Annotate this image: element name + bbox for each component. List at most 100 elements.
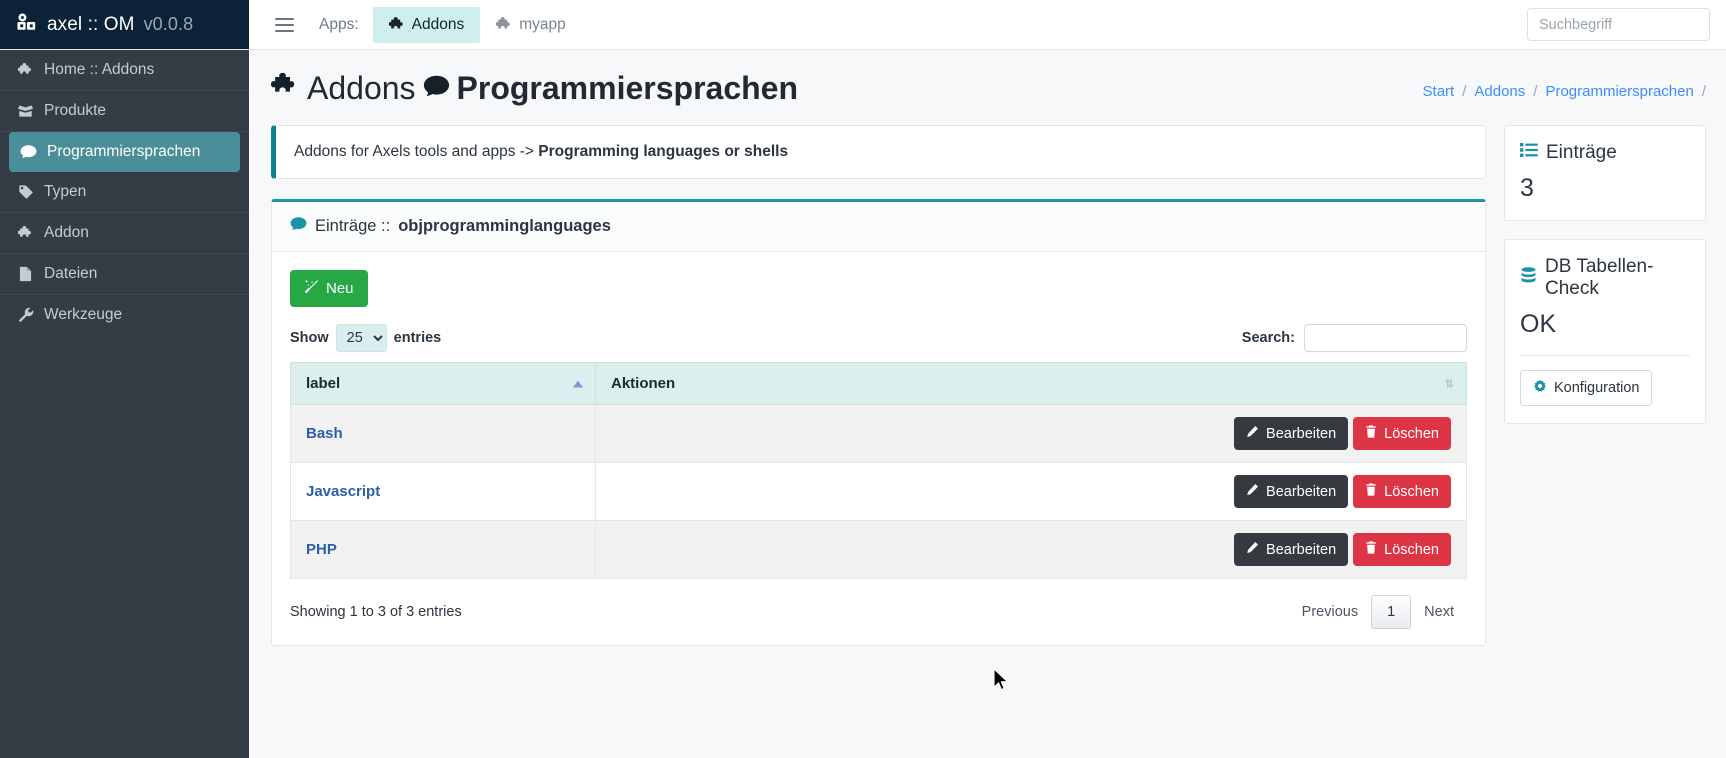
sidebar-item-programmiersprachen[interactable]: Programmiersprachen bbox=[9, 132, 240, 172]
top-navigation: Apps: Addons myapp bbox=[249, 0, 1726, 49]
datatable-footer: Showing 1 to 3 of 3 entries Previous 1 N… bbox=[290, 595, 1467, 629]
magic-wand-icon bbox=[304, 279, 319, 298]
global-search bbox=[1527, 8, 1710, 41]
comment-icon bbox=[290, 216, 307, 237]
entries-count-title: Einträge bbox=[1520, 142, 1690, 164]
new-entry-button-label: Neu bbox=[326, 280, 354, 297]
entries-card-body: Neu Show 25 entries Search: label Aktion… bbox=[272, 252, 1485, 645]
entries-count-panel: Einträge 3 bbox=[1504, 125, 1706, 221]
breadcrumb: Start / Addons / Programmiersprachen / bbox=[1423, 83, 1706, 107]
trash-icon bbox=[1365, 425, 1377, 442]
delete-button-label: Löschen bbox=[1384, 483, 1439, 500]
puzzle-icon bbox=[388, 16, 406, 33]
db-table-check-value: OK bbox=[1520, 310, 1557, 338]
tag-icon bbox=[16, 184, 35, 200]
sidebar-item-dateien[interactable]: Dateien bbox=[0, 254, 249, 295]
hamburger-icon[interactable] bbox=[265, 8, 303, 42]
edit-button[interactable]: Bearbeiten bbox=[1234, 475, 1349, 508]
db-table-check-label: DB Tabellen-Check bbox=[1545, 256, 1654, 299]
trash-icon bbox=[1365, 541, 1377, 558]
column-header-label-text: label bbox=[306, 375, 341, 392]
entry-link[interactable]: Bash bbox=[306, 425, 343, 442]
breadcrumb-separator-trailing: / bbox=[1701, 83, 1706, 100]
app-tab-label: myapp bbox=[519, 15, 566, 33]
pencil-icon bbox=[1246, 425, 1259, 442]
brand-logo-area[interactable]: axel :: OM v0.0.8 bbox=[0, 0, 249, 49]
table-row: Bash Bearbeiten Löschen bbox=[290, 404, 1467, 463]
info-alert-emphasis: Programming languages or shells bbox=[538, 143, 789, 160]
cell-label: Javascript bbox=[290, 462, 596, 521]
sidebar-item-addon[interactable]: Addon bbox=[0, 213, 249, 254]
search-input[interactable] bbox=[1527, 8, 1710, 41]
entries-table-head: label Aktionen ⇅ bbox=[290, 362, 1467, 405]
info-alert-text: Addons for Axels tools and apps -> bbox=[294, 143, 539, 160]
info-alert: Addons for Axels tools and apps -> Progr… bbox=[271, 125, 1486, 179]
puzzle-icon bbox=[16, 62, 35, 78]
sidebar-item-produkte[interactable]: Produkte bbox=[0, 91, 249, 132]
sidebar-item-home-addons[interactable]: Home :: Addons bbox=[0, 50, 249, 91]
sidebar-item-werkzeuge[interactable]: Werkzeuge bbox=[0, 295, 249, 335]
entries-card: Einträge :: objprogramminglanguages Neu … bbox=[271, 199, 1486, 646]
entries-card-header-text: Einträge :: bbox=[315, 217, 391, 235]
column-header-label[interactable]: label bbox=[290, 362, 596, 405]
brand-version: v0.0.8 bbox=[143, 14, 194, 34]
delete-button-label: Löschen bbox=[1384, 425, 1439, 442]
edit-button[interactable]: Bearbeiten bbox=[1234, 533, 1349, 566]
entries-card-header-table: objprogramminglanguages bbox=[398, 217, 611, 235]
table-header-row: label Aktionen ⇅ bbox=[290, 362, 1467, 405]
secondary-column: Einträge 3 DB Tabellen-Check OK Konfigur… bbox=[1504, 125, 1706, 442]
puzzle-icon bbox=[270, 70, 300, 107]
sidebar-item-label: Produkte bbox=[44, 102, 107, 119]
cubes-icon bbox=[16, 12, 38, 38]
breadcrumb-item-programmiersprachen[interactable]: Programmiersprachen bbox=[1545, 83, 1693, 100]
page-header: Addons Programmiersprachen Start / Addon… bbox=[270, 50, 1706, 125]
show-label: Show bbox=[290, 330, 329, 346]
datatable-search-input[interactable] bbox=[1304, 324, 1467, 352]
brand-name: axel :: OM bbox=[47, 13, 135, 35]
db-table-check-panel: DB Tabellen-Check OK Konfiguration bbox=[1504, 239, 1706, 424]
delete-button[interactable]: Löschen bbox=[1353, 417, 1451, 450]
pagination-next[interactable]: Next bbox=[1411, 596, 1467, 628]
app-tab-myapp[interactable]: myapp bbox=[480, 7, 582, 43]
page-title-app: Addons bbox=[307, 70, 416, 106]
file-icon bbox=[16, 266, 35, 282]
breadcrumb-separator: / bbox=[1462, 83, 1467, 100]
edit-button[interactable]: Bearbeiten bbox=[1234, 417, 1349, 450]
sidebar-item-label: Home :: Addons bbox=[44, 61, 155, 78]
db-table-check-title: DB Tabellen-Check bbox=[1520, 256, 1690, 300]
puzzle-icon bbox=[16, 225, 35, 241]
cell-label: Bash bbox=[290, 404, 596, 463]
edit-button-label: Bearbeiten bbox=[1266, 483, 1337, 500]
sidebar-item-typen[interactable]: Typen bbox=[0, 172, 249, 213]
sidebar-item-label: Programmiersprachen bbox=[47, 143, 201, 160]
cell-label: PHP bbox=[290, 520, 596, 579]
page-title: Addons Programmiersprachen bbox=[270, 70, 798, 107]
entries-table: label Aktionen ⇅ Bash Bearbeiten Löschen… bbox=[290, 362, 1467, 579]
pencil-icon bbox=[1246, 483, 1259, 500]
delete-button[interactable]: Löschen bbox=[1353, 475, 1451, 508]
comment-icon bbox=[19, 144, 38, 160]
entries-label: entries bbox=[393, 330, 442, 346]
breadcrumb-item-start[interactable]: Start bbox=[1423, 83, 1455, 100]
apps-label: Apps: bbox=[319, 15, 359, 33]
app-tab-addons[interactable]: Addons bbox=[372, 6, 481, 43]
new-entry-button[interactable]: Neu bbox=[290, 270, 368, 307]
entries-table-body: Bash Bearbeiten Löschen Javascript Bearb… bbox=[290, 404, 1467, 579]
breadcrumb-item-addons[interactable]: Addons bbox=[1474, 83, 1525, 100]
comment-icon bbox=[423, 70, 450, 107]
gear-icon bbox=[1533, 379, 1547, 397]
body-wrapper: Home :: Addons Produkte Programmiersprac… bbox=[0, 50, 1726, 758]
puzzle-icon bbox=[496, 16, 513, 33]
entry-link[interactable]: PHP bbox=[306, 541, 337, 558]
delete-button-label: Löschen bbox=[1384, 541, 1439, 558]
column-header-aktionen[interactable]: Aktionen ⇅ bbox=[595, 362, 1467, 405]
app-tab-label: Addons bbox=[411, 15, 465, 33]
delete-button[interactable]: Löschen bbox=[1353, 533, 1451, 566]
pagination-previous[interactable]: Previous bbox=[1289, 596, 1371, 628]
sort-ascending-icon bbox=[573, 380, 583, 387]
pagination-page-1[interactable]: 1 bbox=[1371, 595, 1412, 629]
konfiguration-button[interactable]: Konfiguration bbox=[1520, 370, 1653, 406]
entry-link[interactable]: Javascript bbox=[306, 483, 380, 500]
entries-card-header: Einträge :: objprogramminglanguages bbox=[272, 202, 1485, 252]
page-length-select[interactable]: 25 bbox=[335, 324, 387, 352]
